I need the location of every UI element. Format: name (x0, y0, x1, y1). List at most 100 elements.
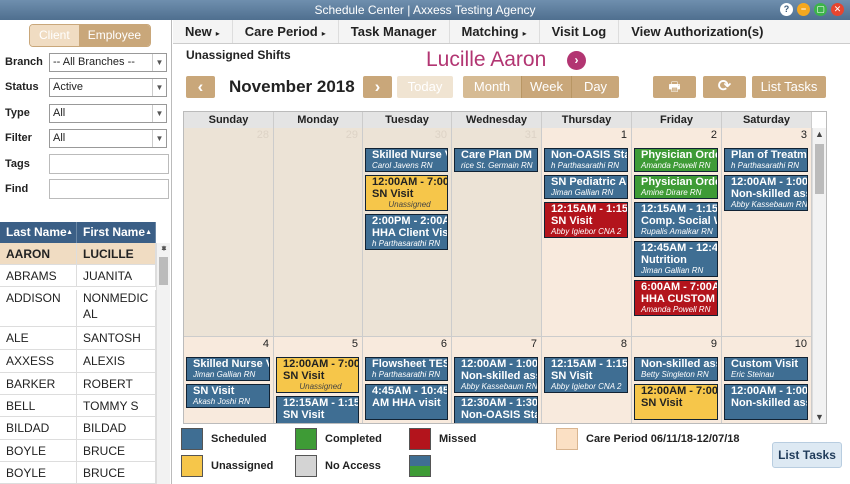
calendar-event[interactable]: 12:15AM - 1:15A SN Visit Abby Igiebor CNA … (544, 202, 628, 238)
calendar-event[interactable]: 12:00AM - 7:00ASN VisitUnassigned (365, 175, 448, 211)
menu-new[interactable]: New ▸ (173, 20, 233, 43)
last-name-cell: BARKER (0, 373, 77, 394)
next-month-button[interactable]: › (363, 76, 392, 98)
day-cell[interactable]: 6 Flowsheet TESTh Parthasarathi RN 4:45AM … (363, 337, 452, 423)
calendar-event[interactable]: 12:45AM - 12:45 Nutrition Jiman Gallian RN (634, 241, 718, 277)
month-label: November 2018 (229, 77, 355, 96)
calendar-event[interactable]: Non-OASIS Star h Parthasarathi RN (544, 148, 628, 172)
no-access-label: No Access (325, 460, 381, 472)
branch-select[interactable]: -- All Branches -- ▼ (49, 52, 167, 72)
day-cell[interactable]: 3 Plan of Treatm h Parthasarathi RN 12:00AM… (722, 128, 812, 337)
table-row[interactable]: BOYLE BRUCE (0, 440, 156, 462)
calendar-event[interactable]: 12:00AM - 7:00ASN VisitUnassigned (276, 357, 359, 393)
calendar-event[interactable]: 12:00AM - 1:00A Non-skilled ass (724, 384, 808, 420)
scroll-down-icon[interactable]: ▼ (157, 244, 171, 484)
scroll-up-icon[interactable]: ▲ (813, 129, 826, 139)
day-cell[interactable]: 30 Skilled Nurse V Carol Javens RN 12:00AM … (363, 128, 452, 337)
day-cell[interactable]: 10 Custom Visit Eric Steinau 12:00AM - 1:00… (722, 337, 812, 423)
last-name-column[interactable]: Last Name ▲ (0, 222, 77, 243)
calendar-event[interactable]: Plan of Treatm h Parthasarathi RN (724, 148, 808, 172)
table-row[interactable]: AARON LUCILLE (0, 243, 156, 265)
print-button[interactable]: 🖶 (653, 76, 696, 98)
scroll-down-icon[interactable]: ▼ (813, 412, 826, 422)
first-name-column[interactable]: First Name ▲ (77, 222, 156, 243)
table-row[interactable]: ADDISON NONMEDICAL (0, 287, 156, 327)
calendar-event[interactable]: Care Plan DM rice St. Germain RN (454, 148, 538, 172)
table-row[interactable]: BILDAD BILDAD (0, 417, 156, 440)
maximize-icon[interactable]: ▢ (814, 3, 827, 16)
calendar-event[interactable]: 6:00AM - 7:00A HHA CUSTOM V Amanda Powell … (634, 280, 718, 316)
day-cell[interactable]: 29 (274, 128, 363, 337)
patient-chart-arrow-icon[interactable]: › (567, 51, 586, 70)
calendar-event[interactable]: Skilled Nurse V Jiman Gallian RN (186, 357, 270, 381)
table-row[interactable]: BELL TOMMY S (0, 395, 156, 417)
close-icon[interactable]: ✕ (831, 3, 844, 16)
menu-visit-log[interactable]: Visit Log (540, 20, 620, 43)
tags-input[interactable] (49, 154, 169, 174)
minimize-icon[interactable]: − (797, 3, 810, 16)
day-cell[interactable]: 512:00AM - 7:00ASN VisitUnassigned12:15A… (274, 337, 363, 423)
status-label: Status (5, 81, 39, 93)
table-row[interactable]: AXXESS ALEXIS (0, 350, 156, 373)
calendar-event[interactable]: Physician Orde Amanda Powell RN (634, 148, 718, 172)
table-row[interactable]: ALE SANTOSH (0, 327, 156, 350)
calendar-event[interactable]: Flowsheet TESTh Parthasarathi RN (365, 357, 448, 381)
event-title: Flowsheet TEST (372, 358, 447, 370)
table-row[interactable]: BOYLE BRUCE (0, 462, 156, 484)
table-row[interactable]: BARKER ROBERT (0, 373, 156, 395)
filter-select[interactable]: All ▼ (49, 128, 167, 148)
menu-matching[interactable]: Matching ▸ (450, 20, 540, 43)
day-cell[interactable]: 9 Non-skilled ass Betty Singleton RN 12:00A… (632, 337, 722, 423)
calendar-event[interactable]: SN Visit Akash Joshi RN (186, 384, 270, 408)
calendar-scrollbar[interactable]: ▲ ▼ (812, 128, 826, 423)
day-cell[interactable]: 31 Care Plan DM rice St. Germain RN (452, 128, 542, 337)
calendar-event[interactable]: 2:00PM - 2:00AMHHA Client Visih Parthasa… (365, 214, 448, 250)
event-assignee: Abby Igiebor CNA 2 (551, 382, 622, 391)
branch-label: Branch (5, 56, 43, 68)
calendar-event[interactable]: 4:45AM - 10:45AAM HHA visit (365, 384, 448, 420)
calendar-event[interactable]: Physician Orde Amine Dirare RN (634, 175, 718, 199)
calendar-event[interactable]: 12:00AM - 1:00A Non-skilled ass Abby Kasse… (454, 357, 538, 393)
day-cell[interactable]: 2 Physician Orde Amanda Powell RN Physician… (632, 128, 722, 337)
employee-toggle-button[interactable]: Employee (78, 25, 151, 46)
list-tasks-button[interactable]: List Tasks (752, 76, 826, 98)
calendar-event[interactable]: Non-skilled ass Betty Singleton RN (634, 357, 718, 381)
list-tasks-tab[interactable]: List Tasks (772, 442, 842, 468)
calendar-event[interactable]: Skilled Nurse V Carol Javens RN (365, 148, 448, 172)
unassigned-shifts-link[interactable]: Unassigned Shifts (186, 48, 291, 62)
calendar-event[interactable]: 12:15AM - 1:15A Comp. Social W Rupalis Ama… (634, 202, 718, 238)
day-view-button[interactable]: Day (571, 76, 619, 98)
table-row[interactable]: ABRAMS JUANITA (0, 265, 156, 287)
tags-filter: Tags (5, 154, 169, 174)
event-assignee: Betty Singleton RN (641, 370, 709, 379)
day-cell[interactable]: 4 Skilled Nurse V Jiman Gallian RN SN Visit… (184, 337, 274, 423)
menu-view-authorizations[interactable]: View Authorization(s) (619, 20, 775, 43)
refresh-button[interactable]: ⟳ (703, 76, 746, 98)
calendar-event[interactable]: 12:15AM - 1:15A SN Visit Abby Igiebor CNA … (544, 357, 628, 393)
today-button[interactable]: Today (397, 76, 453, 98)
type-select[interactable]: All ▼ (49, 103, 167, 123)
menu-care-period[interactable]: Care Period ▸ (233, 20, 339, 43)
patient-list-scrollbar[interactable]: ▲ ▼ (156, 243, 170, 484)
calendar-event[interactable]: 12:30AM - 1:30A Non-OASIS Star (454, 396, 538, 423)
calendar-event[interactable]: 12:15AM - 1:15ASN Visit (276, 396, 359, 423)
menu-task-manager[interactable]: Task Manager (339, 20, 450, 43)
status-select[interactable]: Active ▼ (49, 77, 167, 97)
day-cell[interactable]: 28 (184, 128, 274, 337)
find-input[interactable] (49, 179, 169, 199)
calendar-event[interactable]: SN Pediatric As Jiman Gallian RN (544, 175, 628, 199)
day-cell[interactable]: 7 12:00AM - 1:00A Non-skilled ass Abby Kass… (452, 337, 542, 423)
day-cell[interactable]: 8 12:15AM - 1:15A SN Visit Abby Igiebor CNA… (542, 337, 632, 423)
calendar-event[interactable]: 12:00AM - 7:00A SN Visit (634, 384, 718, 420)
help-icon[interactable]: ? (780, 3, 793, 16)
previous-month-button[interactable]: ‹ (186, 76, 215, 98)
calendar-event[interactable]: 12:00AM - 1:00A Non-skilled ass Abby Kasse… (724, 175, 808, 211)
month-view-button[interactable]: Month (463, 76, 521, 98)
day-cell[interactable]: 1 Non-OASIS Star h Parthasarathi RN SN Pedi… (542, 128, 632, 337)
week-view-button[interactable]: Week (521, 76, 571, 98)
event-name: Comp. Social W (641, 215, 718, 227)
scroll-thumb[interactable] (815, 144, 824, 194)
event-title: 12:00AM - 7:00A (283, 358, 358, 370)
client-toggle-button[interactable]: Client (30, 25, 79, 46)
calendar-event[interactable]: Custom Visit Eric Steinau (724, 357, 808, 381)
